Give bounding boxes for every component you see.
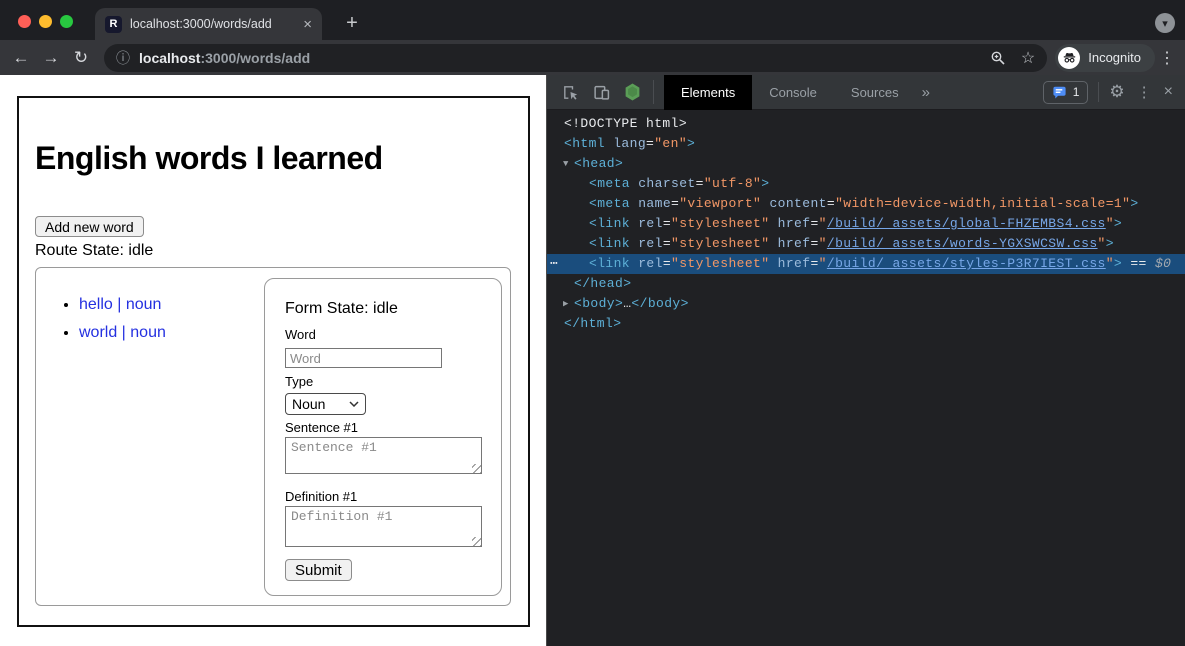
word-link[interactable]: world | noun	[79, 324, 166, 341]
sentence-textarea[interactable]	[285, 437, 482, 474]
back-button[interactable]: ←	[6, 43, 36, 73]
browser-tab[interactable]: R localhost:3000/words/add ×	[95, 8, 322, 40]
dom-tree-line[interactable]: ▶<body>…</body>	[547, 294, 1185, 314]
disclosure-arrow-icon[interactable]: ▶	[563, 294, 574, 314]
type-select[interactable]: Noun	[285, 393, 366, 415]
dom-tree-line[interactable]: ⋯<link rel="stylesheet" href="/build/_as…	[547, 254, 1185, 274]
sentence-label: Sentence #1	[285, 420, 358, 435]
tab-console[interactable]: Console	[752, 75, 834, 110]
browser-toolbar: ← → ↻ ⓘ localhost:3000/words/add ☆	[0, 40, 1185, 75]
dom-tree-line[interactable]: <!DOCTYPE html>	[547, 114, 1185, 134]
browser-menu-button[interactable]: ⋮	[1155, 43, 1179, 73]
fullscreen-window-button[interactable]	[60, 15, 73, 28]
type-select-value: Noun	[292, 396, 325, 412]
words-panel: hello | noun world | noun Form State: idl…	[35, 267, 511, 606]
tab-sources[interactable]: Sources	[834, 75, 916, 110]
remix-favicon-icon: R	[105, 16, 122, 33]
forward-button[interactable]: →	[36, 43, 66, 73]
close-window-button[interactable]	[18, 15, 31, 28]
toolbar-divider	[653, 80, 654, 104]
dom-tree-line[interactable]: ▼<head>	[547, 154, 1185, 174]
caret-down-icon: ▾	[1162, 17, 1168, 30]
url-text: localhost:3000/words/add	[139, 50, 310, 66]
word-input[interactable]	[285, 348, 442, 368]
device-toolbar-icon[interactable]	[592, 83, 610, 101]
address-bar[interactable]: ⓘ localhost:3000/words/add ☆	[104, 44, 1047, 72]
form-state-text: Form State: idle	[285, 300, 398, 318]
dom-tree-line[interactable]: <html lang="en">	[547, 134, 1185, 154]
incognito-label: Incognito	[1088, 50, 1141, 65]
minimize-window-button[interactable]	[39, 15, 52, 28]
word-list: hello | noun world | noun	[62, 296, 166, 352]
inspect-element-icon[interactable]	[561, 83, 579, 101]
bookmark-star-icon[interactable]: ☆	[1021, 48, 1035, 68]
definition-textarea[interactable]	[285, 506, 482, 547]
url-path: :3000/words/add	[200, 50, 310, 66]
settings-gear-icon[interactable]: ⚙	[1109, 82, 1124, 102]
dom-tree-line[interactable]: <link rel="stylesheet" href="/build/_ass…	[547, 234, 1185, 254]
devtools-dom-tree: <!DOCTYPE html><html lang="en">▼<head><m…	[547, 110, 1185, 646]
page-title: English words I learned	[35, 140, 383, 177]
submit-button[interactable]: Submit	[285, 559, 352, 581]
devtools-close-icon[interactable]: ×	[1164, 83, 1173, 101]
reload-button[interactable]: ↻	[66, 43, 96, 73]
dom-tree-line[interactable]: <link rel="stylesheet" href="/build/_ass…	[547, 214, 1185, 234]
issues-count: 1	[1073, 85, 1080, 99]
incognito-badge: Incognito	[1055, 44, 1155, 72]
word-list-item: hello | noun	[79, 296, 166, 314]
devtools-toolbar: Elements Console Sources » 1 ⚙ ⋮ ×	[547, 75, 1185, 110]
url-host: localhost	[139, 50, 200, 66]
tab-search-button[interactable]: ▾	[1155, 13, 1175, 33]
site-info-icon[interactable]: ⓘ	[116, 48, 130, 68]
add-word-form: Form State: idle Word Type Noun Sentence…	[264, 278, 502, 596]
devtools-menu-icon[interactable]: ⋮	[1137, 83, 1152, 101]
zoom-icon[interactable]	[989, 49, 1007, 67]
disclosure-arrow-icon[interactable]: ▼	[563, 154, 574, 174]
dom-tree-line[interactable]: </html>	[547, 314, 1185, 334]
more-tabs-icon[interactable]: »	[922, 84, 930, 101]
incognito-icon	[1058, 47, 1080, 69]
type-label: Type	[285, 374, 313, 389]
new-tab-button[interactable]: +	[338, 9, 366, 37]
window-controls	[18, 15, 73, 28]
tab-elements[interactable]: Elements	[664, 75, 752, 110]
dom-tree-line[interactable]: </head>	[547, 274, 1185, 294]
word-label: Word	[285, 327, 316, 342]
line-menu-dots-icon[interactable]: ⋯	[550, 254, 558, 274]
tab-strip: R localhost:3000/words/add × + ▾	[0, 0, 1185, 40]
page-viewport: English words I learned Add new word Rou…	[0, 75, 546, 646]
add-new-word-button[interactable]: Add new word	[35, 216, 144, 237]
extension-hexagon-icon[interactable]	[623, 83, 641, 101]
browser-window: R localhost:3000/words/add × + ▾ ← → ↻ ⓘ…	[0, 0, 1185, 646]
route-state-text: Route State: idle	[35, 242, 153, 260]
toolbar-divider	[1098, 82, 1099, 102]
tab-close-icon[interactable]: ×	[303, 16, 312, 33]
word-list-item: world | noun	[79, 324, 166, 342]
issues-counter[interactable]: 1	[1043, 81, 1089, 104]
tab-title: localhost:3000/words/add	[130, 17, 297, 31]
dom-tree-line[interactable]: <meta name="viewport" content="width=dev…	[547, 194, 1185, 214]
definition-label: Definition #1	[285, 489, 357, 504]
dom-tree-line[interactable]: <meta charset="utf-8">	[547, 174, 1185, 194]
word-link[interactable]: hello | noun	[79, 296, 161, 313]
issues-bubble-icon	[1052, 85, 1067, 100]
page-container: English words I learned Add new word Rou…	[17, 96, 530, 627]
devtools-panel: Elements Console Sources » 1 ⚙ ⋮ ×	[546, 75, 1185, 646]
chevron-down-icon	[349, 401, 359, 407]
